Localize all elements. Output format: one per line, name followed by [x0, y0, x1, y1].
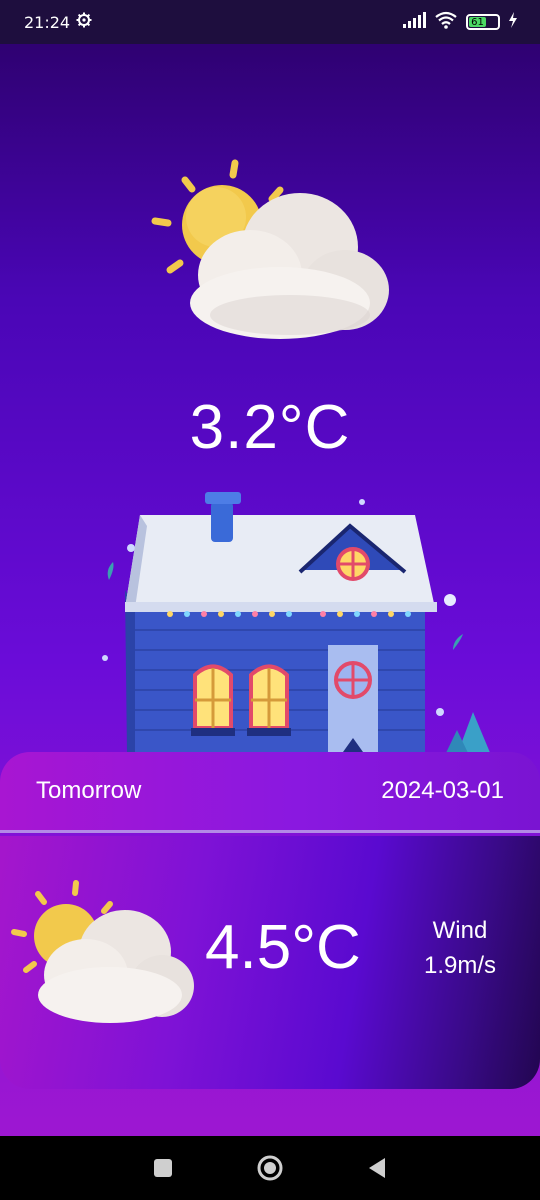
forecast-temperature: 4.5°C — [205, 913, 361, 982]
status-time: 21:24 — [24, 12, 71, 32]
partly-cloudy-icon — [10, 880, 200, 1025]
gear-icon — [76, 12, 92, 32]
home-circle-icon[interactable] — [245, 1143, 295, 1193]
forecast-divider — [0, 830, 540, 833]
wind-value: 1.9m/s — [423, 951, 497, 979]
forecast-day-label: Tomorrow — [36, 777, 142, 804]
navigation-bar — [0, 1136, 540, 1200]
house-illustration — [95, 490, 495, 755]
status-right: 61 — [402, 11, 518, 33]
recents-square-icon[interactable] — [138, 1143, 188, 1193]
wind-label: Wind — [432, 917, 488, 944]
charging-icon — [508, 12, 518, 32]
battery-level: 61 — [469, 17, 487, 28]
partly-cloudy-icon — [150, 155, 390, 345]
wind-block: Wind 1.9m/s — [412, 914, 508, 984]
forecast-date: 2024-03-01 — [381, 777, 504, 804]
battery-icon: 61 — [466, 14, 500, 30]
status-bar: 21:24 61 — [0, 0, 540, 44]
wifi-icon — [434, 11, 458, 33]
status-left: 21:24 — [24, 12, 92, 32]
signal-icon — [402, 12, 426, 32]
back-triangle-icon[interactable] — [352, 1143, 402, 1193]
current-temperature: 3.2°C — [189, 393, 351, 462]
forecast-header: Tomorrow 2024-03-01 — [0, 752, 540, 830]
